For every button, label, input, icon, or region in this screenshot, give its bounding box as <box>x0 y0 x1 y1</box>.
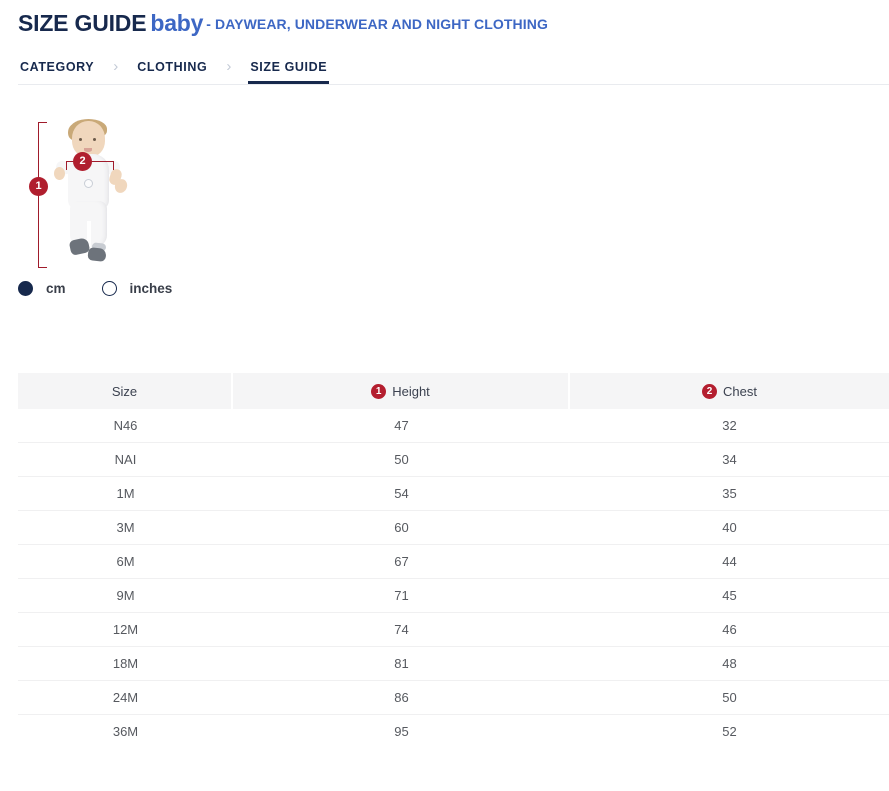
breadcrumb-item-size-guide[interactable]: SIZE GUIDE <box>248 49 329 85</box>
cell-size: 3M <box>18 511 233 545</box>
column-header-chest: 2 Chest <box>570 373 889 409</box>
column-header-size: Size <box>18 373 233 409</box>
cell-chest: 45 <box>570 579 889 613</box>
page-title: SIZE GUIDEbaby- DAYWEAR, UNDERWEAR AND N… <box>18 12 871 35</box>
height-measure-cap-top <box>38 122 47 123</box>
column-header-size-label: Size <box>112 384 137 399</box>
column-header-chest-label: Chest <box>723 384 757 399</box>
page-title-subtitle: - DAYWEAR, UNDERWEAR AND NIGHT CLOTHING <box>206 16 548 32</box>
table-row: 24M 86 50 <box>18 681 889 715</box>
cell-height: 86 <box>233 681 570 715</box>
cell-chest: 35 <box>570 477 889 511</box>
chevron-right-icon: › <box>113 49 118 85</box>
breadcrumb: CATEGORY › CLOTHING › SIZE GUIDE <box>0 49 889 85</box>
size-guide-table: Size 1 Height 2 Chest N46 47 32 <box>18 373 889 748</box>
cell-size: 6M <box>18 545 233 579</box>
cell-height: 50 <box>233 443 570 477</box>
cell-size: 36M <box>18 715 233 748</box>
chest-measure-cap-left <box>66 161 67 170</box>
radio-cm[interactable] <box>18 281 33 296</box>
cell-chest: 44 <box>570 545 889 579</box>
unit-selector: cm inches <box>18 281 208 296</box>
cell-chest: 40 <box>570 511 889 545</box>
table-header-row: Size 1 Height 2 Chest <box>18 373 889 409</box>
column-badge-2-icon: 2 <box>702 384 717 399</box>
table-row: 6M 67 44 <box>18 545 889 579</box>
cell-size: 9M <box>18 579 233 613</box>
cell-size: 18M <box>18 647 233 681</box>
table-row: 1M 54 35 <box>18 477 889 511</box>
cell-height: 81 <box>233 647 570 681</box>
cell-height: 74 <box>233 613 570 647</box>
baby-figure-illustration: 1 2 <box>18 113 178 273</box>
table-body: N46 47 32 NAI 50 34 1M 54 35 3M 60 40 6M… <box>18 409 889 748</box>
cell-size: 1M <box>18 477 233 511</box>
table-row: 18M 81 48 <box>18 647 889 681</box>
chevron-right-icon: › <box>226 49 231 85</box>
cell-height: 47 <box>233 409 570 443</box>
column-badge-1-icon: 1 <box>371 384 386 399</box>
unit-label-cm: cm <box>46 281 66 296</box>
cell-height: 71 <box>233 579 570 613</box>
radio-inches[interactable] <box>102 281 117 296</box>
column-header-height: 1 Height <box>233 373 570 409</box>
page-title-category: baby <box>150 10 203 36</box>
page-title-main: SIZE GUIDE <box>18 10 146 36</box>
breadcrumb-divider <box>18 84 889 85</box>
cell-size: 12M <box>18 613 233 647</box>
baby-hand-left <box>54 167 65 180</box>
baby-photo <box>46 121 130 271</box>
table-row: N46 47 32 <box>18 409 889 443</box>
cell-chest: 50 <box>570 681 889 715</box>
cell-chest: 48 <box>570 647 889 681</box>
measure-badge-1: 1 <box>29 177 48 196</box>
height-measure-cap-bottom <box>38 267 47 268</box>
unit-option-cm[interactable]: cm <box>18 281 66 296</box>
cell-size: NAI <box>18 443 233 477</box>
unit-label-inches: inches <box>130 281 173 296</box>
table-row: 36M 95 52 <box>18 715 889 748</box>
page-header: SIZE GUIDEbaby- DAYWEAR, UNDERWEAR AND N… <box>0 0 889 35</box>
chest-measure-cap-right <box>113 161 114 170</box>
measurement-figure-panel: 1 2 cm inches <box>0 113 889 373</box>
breadcrumb-item-clothing[interactable]: CLOTHING <box>135 49 209 85</box>
table-row: NAI 50 34 <box>18 443 889 477</box>
baby-shoe-right <box>87 247 106 262</box>
cell-chest: 34 <box>570 443 889 477</box>
column-header-height-label: Height <box>392 384 430 399</box>
cell-chest: 32 <box>570 409 889 443</box>
table-row: 9M 71 45 <box>18 579 889 613</box>
cell-chest: 52 <box>570 715 889 748</box>
cell-height: 67 <box>233 545 570 579</box>
table-header: Size 1 Height 2 Chest <box>18 373 889 409</box>
cell-size: 24M <box>18 681 233 715</box>
cell-height: 54 <box>233 477 570 511</box>
baby-eye-left <box>79 138 82 141</box>
breadcrumb-item-category[interactable]: CATEGORY <box>18 49 96 85</box>
baby-eye-right <box>93 138 96 141</box>
measure-badge-2: 2 <box>73 152 92 171</box>
table-row: 12M 74 46 <box>18 613 889 647</box>
baby-romper-snap <box>84 179 93 188</box>
cell-size: N46 <box>18 409 233 443</box>
cell-chest: 46 <box>570 613 889 647</box>
cell-height: 60 <box>233 511 570 545</box>
unit-option-inches[interactable]: inches <box>102 281 173 296</box>
cell-height: 95 <box>233 715 570 748</box>
table-row: 3M 60 40 <box>18 511 889 545</box>
